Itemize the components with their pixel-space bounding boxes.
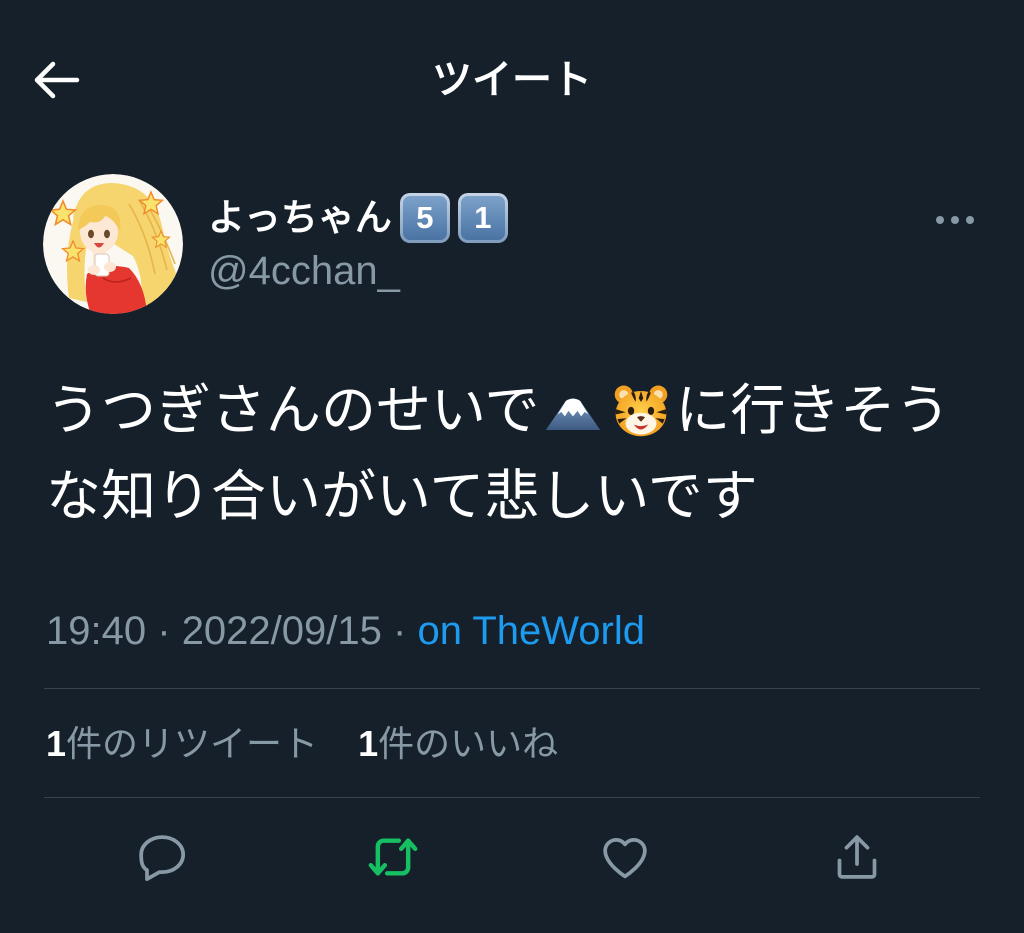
source-app-link[interactable]: on TheWorld xyxy=(417,609,645,653)
meta-separator: · xyxy=(157,609,171,653)
share-icon xyxy=(837,835,877,879)
page-title: ツイート xyxy=(432,58,592,102)
like-label: 件のいいね xyxy=(378,723,559,764)
keycap-digit: 5 xyxy=(402,196,447,240)
share-button[interactable] xyxy=(741,826,973,888)
divider xyxy=(44,688,980,689)
tweet-detail-screen: ツイート よっちゃん 5 1 @4cchan_ うつぎさんのせいで に行きそう … xyxy=(0,0,1024,933)
tweet-text-segment: うつぎさんのせいで xyxy=(46,379,540,441)
tweet-text-line: うつぎさんのせいで に行きそう xyxy=(46,367,1016,453)
reply-button[interactable] xyxy=(45,826,277,888)
tweet-text: うつぎさんのせいで に行きそう な知り合いがいて悲しいです xyxy=(46,367,1016,539)
tweet-text-segment: に行きそう xyxy=(675,379,951,441)
divider xyxy=(44,797,980,798)
like-button[interactable] xyxy=(509,826,741,888)
more-options-button[interactable] xyxy=(930,206,980,234)
keycap-badge: 1 xyxy=(457,193,508,243)
author-name-row[interactable]: よっちゃん 5 1 xyxy=(208,192,508,244)
more-horizontal-icon xyxy=(936,216,974,224)
tweet-text-segment: な知り合いがいて悲しいです xyxy=(46,465,758,527)
keycap-badge: 5 xyxy=(399,193,450,243)
user-handle[interactable]: @4cchan_ xyxy=(208,246,400,296)
like-count-link[interactable]: 1件のいいね xyxy=(358,718,558,770)
tiger-face-icon xyxy=(612,381,670,439)
retweet-icon xyxy=(368,838,418,876)
avatar-illustration xyxy=(43,174,183,314)
tweet-time: 19:40 xyxy=(46,609,147,653)
reply-icon xyxy=(139,835,186,882)
tweet-stats: 1件のリツイート 1件のいいね xyxy=(46,718,558,770)
tweet-action-bar xyxy=(45,826,973,888)
avatar[interactable] xyxy=(43,174,183,314)
mount-fuji-icon xyxy=(544,381,602,439)
like-count: 1 xyxy=(358,723,379,764)
retweet-count: 1 xyxy=(46,723,67,764)
meta-separator: · xyxy=(393,609,407,653)
tweet-text-line: な知り合いがいて悲しいです xyxy=(46,453,1016,539)
retweet-button[interactable] xyxy=(277,826,509,888)
retweet-label: 件のリツイート xyxy=(66,723,319,764)
retweet-count-link[interactable]: 1件のリツイート xyxy=(46,718,318,770)
tweet-date: 2022/09/15 xyxy=(181,609,382,653)
tweet-meta: 19:40 · 2022/09/15 · on TheWorld xyxy=(46,606,645,656)
keycap-digit: 1 xyxy=(460,196,505,240)
display-name[interactable]: よっちゃん xyxy=(208,192,392,244)
heart-icon xyxy=(603,838,647,879)
